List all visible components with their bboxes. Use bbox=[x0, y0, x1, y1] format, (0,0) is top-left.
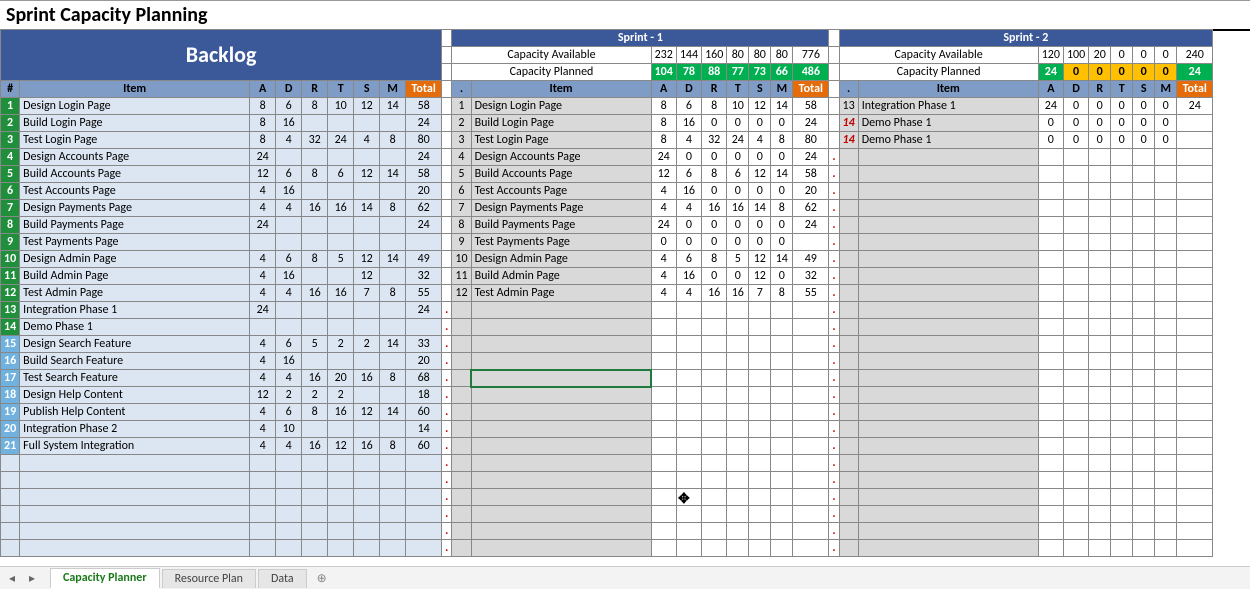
sprint1-item[interactable]: Build Admin Page bbox=[471, 268, 651, 285]
spreadsheet-grid[interactable]: BacklogSprint - 1Sprint - 2Capacity Avai… bbox=[0, 29, 1250, 567]
sprint1-row-num: 2 bbox=[452, 115, 471, 132]
sprint1-row-num: 3 bbox=[452, 132, 471, 149]
tab-resource-plan[interactable]: Resource Plan bbox=[162, 569, 256, 588]
sheet-tabs: ◂ ▸ Capacity Planner Resource Plan Data … bbox=[0, 566, 1250, 589]
sprint1-header: Sprint - 1 bbox=[452, 30, 829, 47]
tab-data[interactable]: Data bbox=[258, 569, 307, 588]
cap-avail-label-1: Capacity Available bbox=[452, 47, 651, 64]
sprint1-row-num: 8 bbox=[452, 217, 471, 234]
backlog-item[interactable]: Demo Phase 1 bbox=[20, 319, 250, 336]
sprint1-row-num: 4 bbox=[452, 149, 471, 166]
backlog-row-num: 20 bbox=[1, 421, 20, 438]
backlog-row-num: 17 bbox=[1, 370, 20, 387]
sprint1-item[interactable]: Build Payments Page bbox=[471, 217, 651, 234]
sprint1-item[interactable]: Design Admin Page bbox=[471, 251, 651, 268]
sprint1-row-num: 12 bbox=[452, 285, 471, 302]
backlog-item[interactable]: Test Search Feature bbox=[20, 370, 250, 387]
backlog-row-num: 18 bbox=[1, 387, 20, 404]
backlog-item[interactable]: Build Admin Page bbox=[20, 268, 250, 285]
backlog-row-num: 9 bbox=[1, 234, 20, 251]
backlog-row-num: 21 bbox=[1, 438, 20, 455]
backlog-item[interactable]: Build Accounts Page bbox=[20, 166, 250, 183]
sprint2-row-num: 14 bbox=[839, 115, 858, 132]
backlog-row-num: 12 bbox=[1, 285, 20, 302]
sprint2-item[interactable]: Demo Phase 1 bbox=[858, 115, 1038, 132]
backlog-row-num: 11 bbox=[1, 268, 20, 285]
backlog-row-num: 14 bbox=[1, 319, 20, 336]
backlog-row-num: 5 bbox=[1, 166, 20, 183]
backlog-row-num: 16 bbox=[1, 353, 20, 370]
backlog-item[interactable]: Test Login Page bbox=[20, 132, 250, 149]
sprint1-row-num: 6 bbox=[452, 183, 471, 200]
backlog-item[interactable]: Design Search Feature bbox=[20, 336, 250, 353]
sprint2-item[interactable]: Demo Phase 1 bbox=[858, 132, 1038, 149]
sprint1-item[interactable]: Design Payments Page bbox=[471, 200, 651, 217]
backlog-row-num: 19 bbox=[1, 404, 20, 421]
backlog-item[interactable]: Test Payments Page bbox=[20, 234, 250, 251]
cap-plan-label-1: Capacity Planned bbox=[452, 64, 651, 81]
page-title: Sprint Capacity Planning bbox=[0, 1, 1250, 31]
backlog-item[interactable]: Publish Help Content bbox=[20, 404, 250, 421]
backlog-row-num: 7 bbox=[1, 200, 20, 217]
backlog-item[interactable]: Test Accounts Page bbox=[20, 183, 250, 200]
sprint1-item[interactable]: Design Login Page bbox=[471, 98, 651, 115]
tab-capacity-planner[interactable]: Capacity Planner bbox=[50, 568, 160, 589]
backlog-row-num: 2 bbox=[1, 115, 20, 132]
sprint1-item[interactable]: Build Accounts Page bbox=[471, 166, 651, 183]
backlog-item[interactable]: Design Admin Page bbox=[20, 251, 250, 268]
backlog-row-num: 6 bbox=[1, 183, 20, 200]
backlog-item[interactable]: Design Payments Page bbox=[20, 200, 250, 217]
sprint1-row-num: 11 bbox=[452, 268, 471, 285]
tab-nav-prev-icon[interactable]: ▸ bbox=[24, 570, 40, 586]
backlog-item[interactable]: Integration Phase 1 bbox=[20, 302, 250, 319]
backlog-row-num: 1 bbox=[1, 98, 20, 115]
sprint1-row-num: 10 bbox=[452, 251, 471, 268]
backlog-row-num: 15 bbox=[1, 336, 20, 353]
sprint2-header: Sprint - 2 bbox=[839, 30, 1213, 47]
sprint1-item[interactable]: Test Login Page bbox=[471, 132, 651, 149]
backlog-row-num: 8 bbox=[1, 217, 20, 234]
capacity-table: BacklogSprint - 1Sprint - 2Capacity Avai… bbox=[0, 29, 1213, 557]
backlog-row-num: 4 bbox=[1, 149, 20, 166]
sprint1-item[interactable]: Test Payments Page bbox=[471, 234, 651, 251]
backlog-item[interactable]: Design Help Content bbox=[20, 387, 250, 404]
sprint1-item[interactable]: Test Admin Page bbox=[471, 285, 651, 302]
sprint1-row-num: 9 bbox=[452, 234, 471, 251]
sprint1-row-num: 5 bbox=[452, 166, 471, 183]
backlog-item[interactable]: Build Search Feature bbox=[20, 353, 250, 370]
backlog-item[interactable]: Build Payments Page bbox=[20, 217, 250, 234]
backlog-row-num: 10 bbox=[1, 251, 20, 268]
sprint2-item[interactable]: Integration Phase 1 bbox=[858, 98, 1038, 115]
backlog-item[interactable]: Design Accounts Page bbox=[20, 149, 250, 166]
backlog-item[interactable]: Full System Integration bbox=[20, 438, 250, 455]
sprint2-row-num: 14 bbox=[839, 132, 858, 149]
sprint1-item[interactable]: Test Accounts Page bbox=[471, 183, 651, 200]
backlog-row-num: 3 bbox=[1, 132, 20, 149]
cap-avail-label-2: Capacity Available bbox=[839, 47, 1038, 64]
sprint1-row-num: 1 bbox=[452, 98, 471, 115]
backlog-item[interactable]: Test Admin Page bbox=[20, 285, 250, 302]
cap-plan-label-2: Capacity Planned bbox=[839, 64, 1038, 81]
backlog-header: Backlog bbox=[1, 30, 442, 81]
add-sheet-icon[interactable]: ⊕ bbox=[317, 571, 327, 586]
tab-nav-first-icon[interactable]: ◂ bbox=[4, 570, 20, 586]
sprint1-item[interactable]: Design Accounts Page bbox=[471, 149, 651, 166]
backlog-item[interactable]: Integration Phase 2 bbox=[20, 421, 250, 438]
sprint1-item[interactable]: Build Login Page bbox=[471, 115, 651, 132]
backlog-item[interactable]: Build Login Page bbox=[20, 115, 250, 132]
backlog-row-num: 13 bbox=[1, 302, 20, 319]
backlog-item[interactable]: Design Login Page bbox=[20, 98, 250, 115]
sprint2-row-num: 13 bbox=[839, 98, 858, 115]
sprint1-row-num: 7 bbox=[452, 200, 471, 217]
